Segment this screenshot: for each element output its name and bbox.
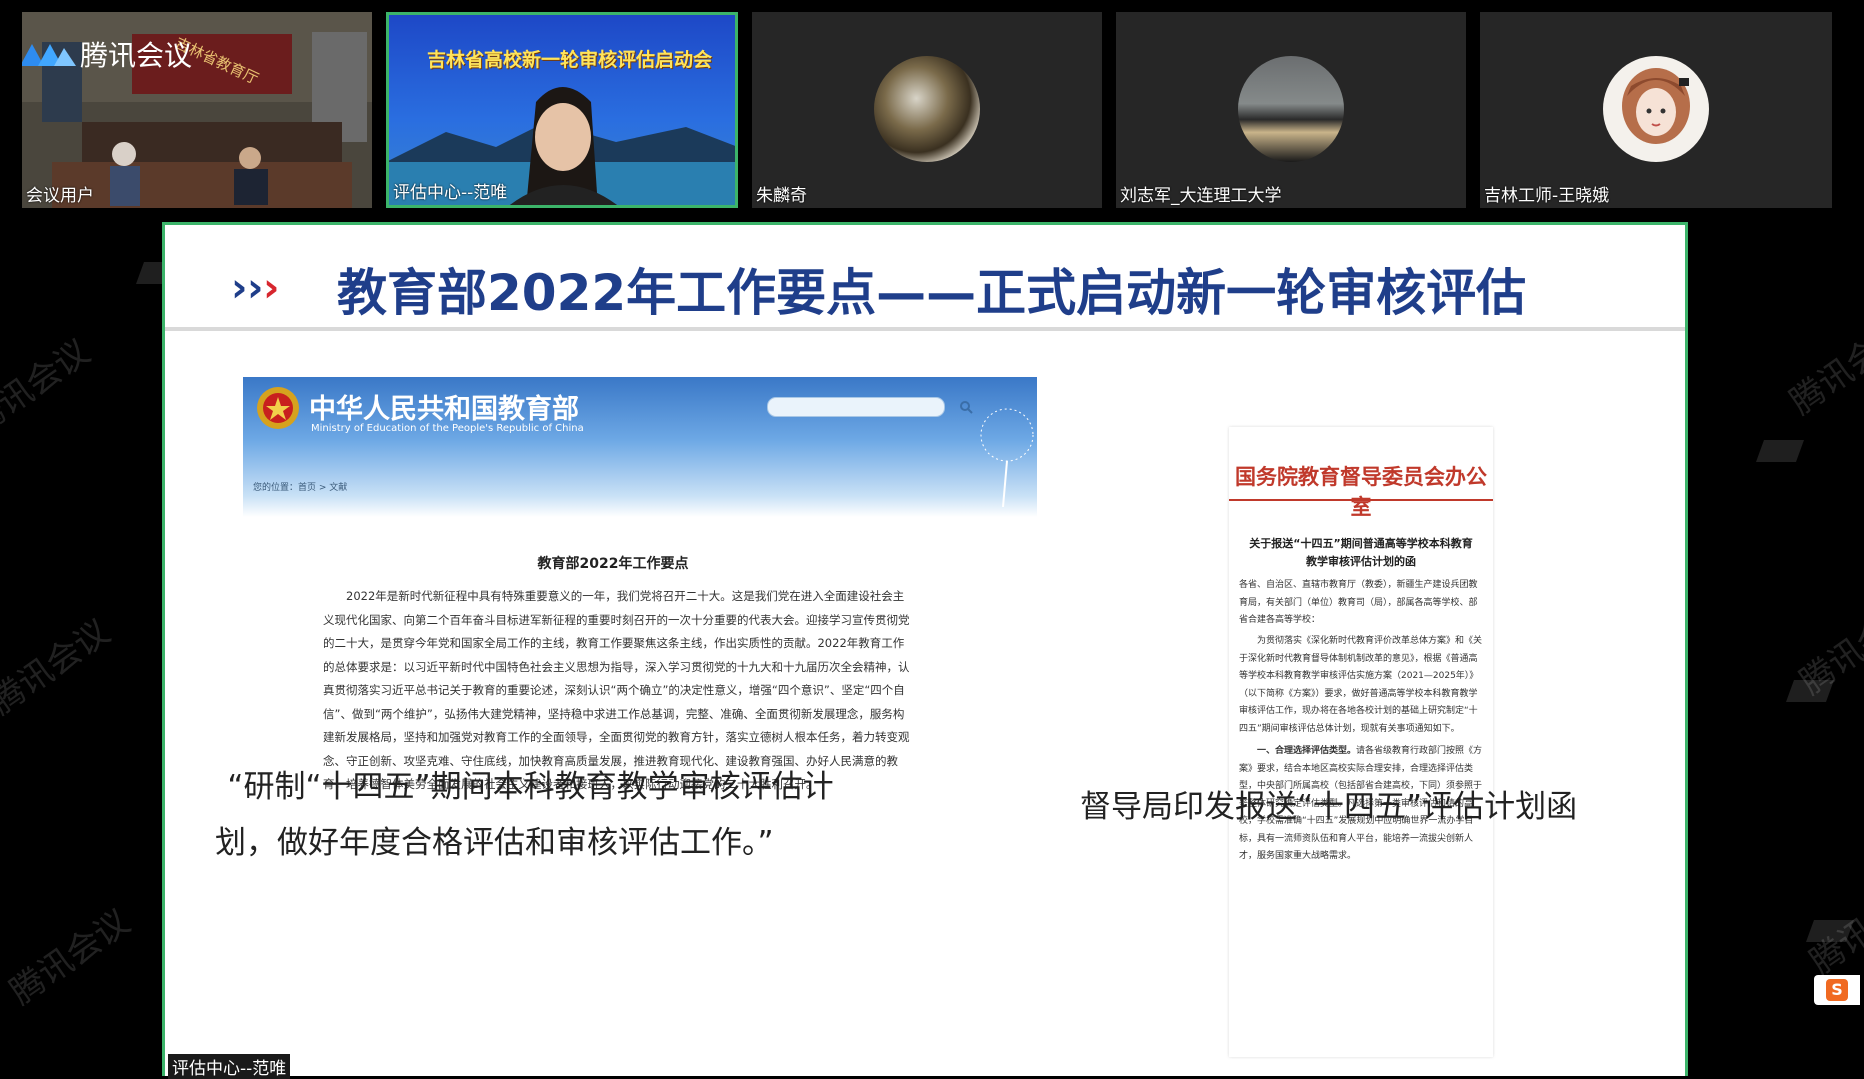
participant-name: 朱麟奇 [756, 186, 807, 206]
chevron-right-icon: › [231, 265, 248, 311]
watermark-text: 腾讯会议 [0, 331, 98, 443]
letter-salutation: 各省、自治区、直辖市教育厅（教委），新疆生产建设兵团教育局，有关部门（单位）教育… [1239, 580, 1478, 625]
moe-doc-title: 教育部2022年工作要点 [537, 556, 689, 572]
slide-title: 教育部2022年工作要点——正式启动新一轮审核评估 [337, 264, 1527, 322]
letter-header: 国务院教育督导委员会办公室 [1235, 464, 1487, 519]
breadcrumb: 您的位置：首页 > 文献 [253, 483, 348, 493]
slide-title-bar: › › › 教育部2022年工作要点——正式启动新一轮审核评估 [165, 225, 1685, 331]
moe-title-cn: 中华人民共和国教育部 [309, 394, 579, 425]
caption-left: “研制“十四五”期间本科教育教学审核评估计划，做好年度合格评估和审核评估工作。” [215, 769, 834, 861]
watermark-text: 腾讯会议 [0, 611, 118, 723]
moe-website-banner: 中华人民共和国教育部 Ministry of Education of the … [243, 377, 1037, 517]
moe-search-input[interactable] [767, 397, 945, 417]
chevron-right-icon: › [247, 265, 264, 311]
tencent-meeting-logo-icon [22, 44, 76, 66]
watermark-logo-icon [1785, 680, 1835, 702]
app-logo-text: 腾讯会议 [80, 39, 193, 72]
shared-screen-slide: › › › 教育部2022年工作要点——正式启动新一轮审核评估 中华人民共和国教… [162, 222, 1688, 1076]
participant-avatar [874, 56, 980, 162]
caption-right: 督导局印发报送“十四五”评估计划函 [1080, 789, 1578, 825]
chevron-right-icon: › [263, 265, 280, 311]
letter-header-rule [1229, 499, 1493, 501]
participant-name: 会议用户 [26, 186, 94, 206]
dandelion-decoration [980, 408, 1034, 507]
watermark-logo-icon [1755, 440, 1805, 462]
participant-avatar [1603, 56, 1709, 162]
letter-document: 国务院教育督导委员会办公室 关于报送“十四五”期间普通高等学校本科教育教学审核评… [1229, 427, 1493, 1057]
letter-paragraph-heading: 一、合理选择评估类型。 [1257, 746, 1357, 756]
national-emblem-icon [257, 387, 299, 429]
active-speaker-label: 评估中心--范唯 [168, 1054, 291, 1079]
participant-tile[interactable]: 朱麟奇 [752, 12, 1102, 208]
participant-tile[interactable]: 吉林工师-王晓娥 [1480, 12, 1832, 208]
moe-title-en: Ministry of Education of the People's Re… [311, 423, 584, 434]
cartoon-girl-avatar-icon [1622, 68, 1690, 144]
participant-tile[interactable]: 吉林省教育厅 腾讯会议 会议用户 [22, 12, 372, 208]
participant-name: 评估中心--范唯 [393, 183, 508, 203]
watermark-logo-icon [1805, 920, 1855, 942]
participant-tile[interactable]: 刘志军_大连理工大学 [1116, 12, 1466, 208]
participant-avatar [1238, 56, 1344, 162]
watermark-text: 腾讯会议 [1782, 311, 1864, 423]
participant-name: 刘志军_大连理工大学 [1120, 186, 1282, 206]
tencent-meeting-logo: 腾讯会议 [22, 34, 192, 74]
participant-tile-active[interactable]: 吉林省高校新一轮审核评估启动会 评估中心--范唯 [386, 12, 738, 208]
meeting-banner-title: 吉林省高校新一轮审核评估启动会 [427, 49, 713, 71]
letter-paragraph: 为贯彻落实《深化新时代教育评价改革总体方案》和《关于深化新时代教育督导体制机制改… [1239, 636, 1483, 734]
participant-name: 吉林工师-王晓娥 [1484, 186, 1610, 206]
s-logo-icon: S [1826, 979, 1848, 1001]
sogou-input-icon[interactable]: S [1814, 975, 1860, 1005]
letter-title: 关于报送“十四五”期间普通高等学校本科教育教学审核评估计划的函 [1249, 537, 1473, 568]
watermark-text: 腾讯会议 [2, 901, 138, 1013]
